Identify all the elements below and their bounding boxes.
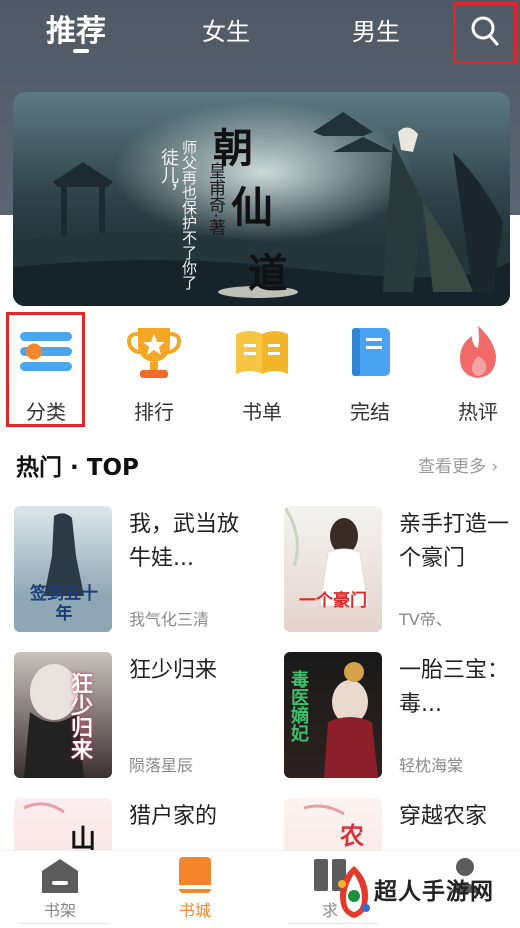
book-card[interactable]: 签到五十年 我，武当放牛娃... 我气化三清 [14, 506, 264, 636]
watermark-text: 超人手游网 [374, 879, 494, 905]
tab-male[interactable]: 男生 [352, 12, 400, 47]
bookstore-icon [179, 857, 211, 893]
book-title: 穿越农家 [399, 804, 488, 829]
shelf-icon [42, 859, 78, 893]
banner-artwork: 朝 仙 道 [13, 92, 510, 306]
book-author: 我气化三清 [129, 610, 210, 629]
book-card[interactable]: 毒医嫡妃 一胎三宝：毒... 轻枕海棠 [284, 652, 520, 782]
section-title: 热门 · TOP [16, 455, 139, 481]
category-label: 书单 [242, 400, 282, 424]
book-cover-text: 狂少归来 [67, 672, 93, 760]
category-label: 热评 [458, 400, 498, 424]
category-completed[interactable]: 完结 [330, 316, 410, 425]
book-title: 猎户家的 [129, 804, 218, 829]
book-cover: 一个豪门 [284, 506, 382, 632]
book-card[interactable]: 一个豪门 亲手打造一个豪门 TV帝、 [284, 506, 520, 636]
highlight-box [6, 312, 85, 427]
nav-label: 书城 [178, 901, 211, 920]
banner-quote-1: 徒儿， [158, 148, 179, 202]
flame-icon [448, 322, 508, 382]
book-card[interactable]: 狂少归来 狂少归来 陨落星辰 [14, 652, 264, 782]
nav-label: 书架 [43, 901, 76, 920]
tab-recommend[interactable]: 推荐 [46, 6, 106, 50]
active-tab-indicator [73, 49, 89, 53]
banner-author: 皇甫奇·著 [205, 162, 225, 236]
book-author: 轻枕海棠 [399, 756, 464, 775]
svg-text:农: 农 [339, 821, 364, 850]
book-title: 我，武当放牛娃... [129, 512, 240, 571]
svg-text:仙: 仙 [231, 183, 273, 232]
watermark: 超人手游网 [330, 858, 520, 922]
svg-text:道: 道 [248, 250, 288, 297]
category-label: 完结 [350, 400, 390, 424]
tab-female[interactable]: 女生 [202, 12, 250, 47]
book-cover: 毒医嫡妃 [284, 652, 382, 778]
category-ranking[interactable]: 排行 [114, 316, 194, 425]
category-label: 排行 [134, 400, 174, 424]
watermark-logo [338, 866, 370, 918]
search-icon [471, 16, 499, 46]
search-button[interactable] [453, 2, 517, 64]
book-cover: 签到五十年 [14, 506, 112, 632]
book-cover-text: 一个豪门 [299, 591, 367, 611]
book-title: 亲手打造一个豪门 [399, 512, 510, 571]
open-book-icon [232, 322, 292, 382]
banner-quote-2: 师父再也保护不了你了 [180, 140, 198, 290]
book-author: 陨落星辰 [129, 756, 194, 775]
book-cover-text: 签到五十年 [30, 584, 98, 624]
book-icon [340, 322, 400, 382]
book-cover: 狂少归来 [14, 652, 112, 778]
book-author: TV帝、 [399, 610, 452, 629]
category-hot-reviews[interactable]: 热评 [438, 316, 518, 425]
book-cover-text: 毒医嫡妃 [288, 670, 309, 742]
trophy-icon [124, 322, 184, 382]
view-more-link[interactable]: 查看更多 › [418, 452, 498, 477]
category-booklist[interactable]: 书单 [222, 316, 302, 425]
book-title: 一胎三宝：毒... [399, 658, 510, 717]
top-nav: 推荐 女生 男生 [0, 0, 520, 70]
promo-banner[interactable]: 朝 仙 道 皇甫奇·著 徒儿， 师父再也保护不了你了 [13, 92, 510, 306]
book-title: 狂少归来 [129, 658, 218, 683]
